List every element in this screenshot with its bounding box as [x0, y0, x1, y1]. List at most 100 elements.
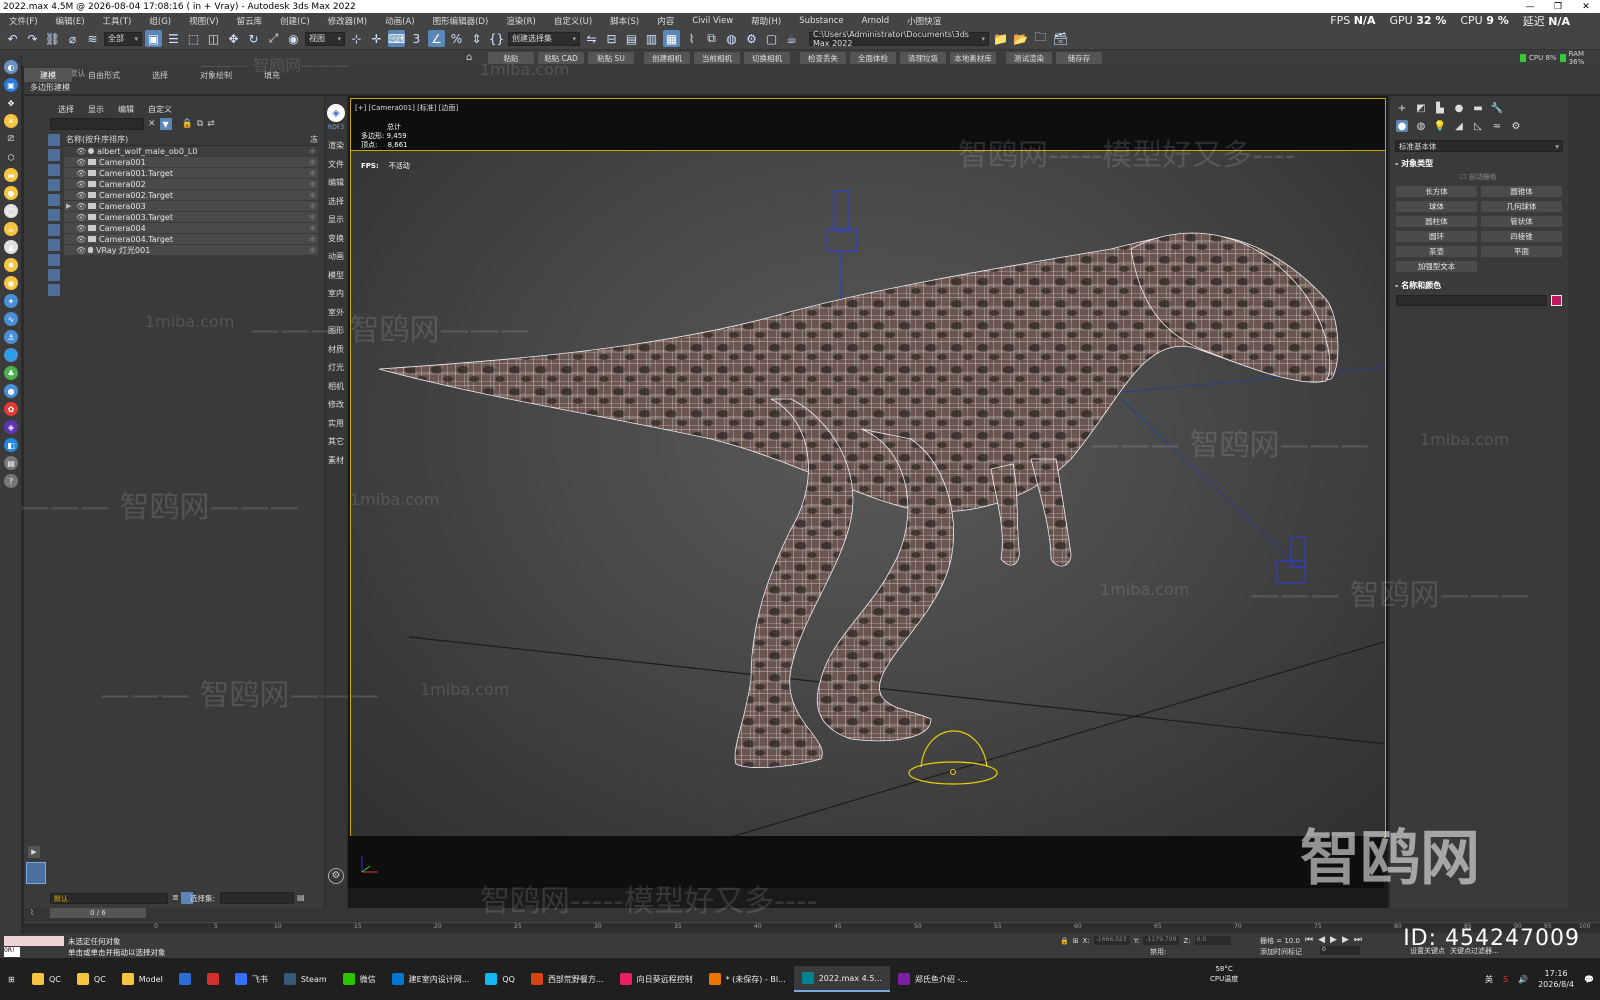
redo-icon[interactable]: ↷ — [24, 30, 41, 47]
unlink-icon[interactable]: ⌀ — [64, 30, 81, 47]
category-model[interactable]: 模型 — [325, 267, 347, 286]
freeze-icon[interactable]: ❄ — [309, 235, 316, 244]
motion-tab-icon[interactable]: ● — [1453, 102, 1465, 114]
maximize-button[interactable]: ❐ — [1544, 2, 1572, 12]
cameras-subtab-icon[interactable]: ◢ — [1453, 120, 1465, 132]
eye-icon[interactable]: 👁 — [76, 147, 86, 156]
move-icon[interactable]: ✥ — [225, 30, 242, 47]
menu-substance[interactable]: Substance — [790, 16, 852, 26]
taskbar-item-wps[interactable] — [199, 966, 227, 992]
explorer-menu-customize[interactable]: 自定义 — [148, 104, 172, 116]
modify-tab-icon[interactable]: ◩ — [1415, 102, 1427, 114]
category-modify[interactable]: 修改 — [325, 396, 347, 415]
display-tab-icon[interactable]: ▬ — [1472, 102, 1484, 114]
category-other[interactable]: 其它 — [325, 433, 347, 452]
eye-icon[interactable]: 👁 — [76, 202, 86, 211]
local-library-button[interactable]: 本地素材库 — [950, 52, 996, 64]
current-frame-field[interactable]: 0 — [1320, 946, 1360, 955]
category-camera[interactable]: 相机 — [325, 378, 347, 397]
category-lights[interactable]: 灯光 — [325, 359, 347, 378]
category-exterior[interactable]: 室外 — [325, 304, 347, 323]
tree-row[interactable]: 👁 albert_wolf_male_ob0_L0 ❄ — [64, 146, 318, 157]
align-icon[interactable]: ⊟ — [603, 30, 620, 47]
project-path-combo[interactable]: C:\Users\Administrator\Documents\3ds Max… — [809, 30, 989, 48]
curve-editor-icon[interactable]: ⌇ — [683, 30, 700, 47]
taskbar-item-sunlogin[interactable]: 向日葵远程控制 — [612, 966, 701, 992]
plane-button[interactable]: 平面 — [1481, 246, 1562, 257]
time-slider[interactable]: 0 / 6 — [50, 908, 146, 918]
box-button[interactable]: 长方体 — [1396, 186, 1477, 197]
home-icon[interactable]: ⌂ — [466, 52, 472, 63]
spinner-snap-icon[interactable]: ⇕ — [468, 30, 485, 47]
open-folder-icon[interactable]: 📂 — [1012, 30, 1029, 47]
taskbar-item-qc[interactable]: QC — [24, 966, 69, 992]
test-render-button[interactable]: 测试渲染 — [1006, 52, 1052, 64]
y-coord-field[interactable]: -1179.709 — [1143, 936, 1180, 945]
light-filter-icon[interactable] — [48, 164, 60, 176]
rotate-icon[interactable]: ↻ — [245, 30, 262, 47]
geosphere-button[interactable]: 几何球体 — [1481, 201, 1562, 212]
window-crossing-icon[interactable]: ◫ — [205, 30, 222, 47]
menu-graph-editors[interactable]: 图形编辑器(D) — [424, 15, 498, 27]
tree-row[interactable]: 👁 Camera001 ❄ — [64, 157, 318, 168]
layers-stack-icon[interactable]: ≣ — [172, 893, 179, 902]
plugin-logo-icon[interactable]: ◈ — [327, 104, 345, 122]
create-camera-button[interactable]: 创建相机 — [644, 52, 690, 64]
rendered-frame-icon[interactable]: ▢ — [763, 30, 780, 47]
switch-camera-button[interactable]: 切换相机 — [744, 52, 790, 64]
schematic-view-icon[interactable]: ⧉ — [703, 30, 720, 47]
menu-civil-view[interactable]: Civil View — [683, 16, 742, 26]
freeze-icon[interactable]: ❄ — [309, 158, 316, 167]
helpers-subtab-icon[interactable]: ◺ — [1472, 120, 1484, 132]
tree-row[interactable]: 👁 Camera002 ❄ — [64, 179, 318, 190]
layer-explorer-toggle-icon[interactable] — [26, 862, 46, 884]
bind-spacewarp-icon[interactable]: ≋ — [84, 30, 101, 47]
check-missing-button[interactable]: 检查丢失 — [800, 52, 846, 64]
tree-row[interactable]: 👁 Camera004 ❄ — [64, 223, 318, 234]
taskbar-item-game[interactable]: 西部荒野餐方... — [523, 966, 612, 992]
go-start-icon[interactable]: ⏮ — [1305, 935, 1313, 945]
menu-rendering[interactable]: 渲染(R) — [497, 15, 545, 27]
group-filter-icon[interactable] — [48, 224, 60, 236]
paste-button[interactable]: 粘贴 — [488, 52, 534, 64]
viewport-icon[interactable]: ◐ — [4, 60, 18, 74]
start-icon[interactable]: ⊞ — [0, 966, 24, 992]
particle-icon[interactable]: ✦ — [4, 294, 18, 308]
menu-tools[interactable]: 工具(T) — [94, 15, 141, 27]
category-file[interactable]: 文件 — [325, 156, 347, 175]
eye-icon[interactable]: 👁 — [76, 224, 86, 233]
utilities-tab-icon[interactable]: 🔧 — [1491, 102, 1503, 114]
layer-combo[interactable]: 默认 — [50, 893, 168, 904]
taskbar-item-3dsmax[interactable]: 2022.max 4.5... — [793, 966, 890, 992]
pivot-icon[interactable]: ⊹ — [348, 30, 365, 47]
category-shapes[interactable]: 图形 — [325, 322, 347, 341]
taskbar-item-other[interactable]: 郑氏鱼介绍 -... — [890, 966, 976, 992]
tree-row[interactable]: 👁 Camera003.Target ❄ — [64, 212, 318, 223]
taskbar-item-feishu[interactable]: 飞书 — [227, 966, 276, 992]
freeze-icon[interactable]: ❄ — [309, 180, 316, 189]
tab-selection[interactable]: 选择 — [136, 68, 184, 82]
geometry-icon[interactable]: ● — [1396, 120, 1408, 132]
light-icon[interactable]: ☀ — [4, 114, 18, 128]
maxscript-listener[interactable] — [4, 936, 64, 946]
xref-filter-icon[interactable] — [48, 239, 60, 251]
named-selection-combo[interactable]: 创建选择集 — [508, 31, 580, 46]
place-icon[interactable]: ◉ — [285, 30, 302, 47]
spacewarp-filter-icon[interactable] — [48, 209, 60, 221]
clear-search-icon[interactable]: ✕ — [148, 119, 156, 129]
notification-icon[interactable]: 💬 — [1584, 975, 1594, 984]
tab-modeling[interactable]: 建模 — [24, 68, 72, 82]
maxscript-prompt[interactable]: 0R! — [4, 947, 20, 957]
cone-button[interactable]: 圆锥体 — [1481, 186, 1562, 197]
palette-icon[interactable]: ✿ — [4, 402, 18, 416]
tree-icon[interactable]: ♣ — [4, 366, 18, 380]
tube-button[interactable]: 管状体 — [1481, 216, 1562, 227]
taskbar-item-blender[interactable]: * (未保存) - Bl... — [701, 966, 794, 992]
ime-indicator[interactable]: 英 — [1485, 974, 1493, 985]
taskbar-item-qq[interactable]: QQ — [477, 966, 523, 992]
ribbon-sub-label[interactable]: 多边形建模 — [24, 80, 1600, 94]
sphere-blue-icon[interactable]: ● — [4, 384, 18, 398]
clock[interactable]: 17:16 2026/8/4 — [1538, 968, 1574, 990]
eye-icon[interactable]: 👁 — [76, 169, 86, 178]
select-object-icon[interactable]: ▣ — [145, 30, 162, 47]
